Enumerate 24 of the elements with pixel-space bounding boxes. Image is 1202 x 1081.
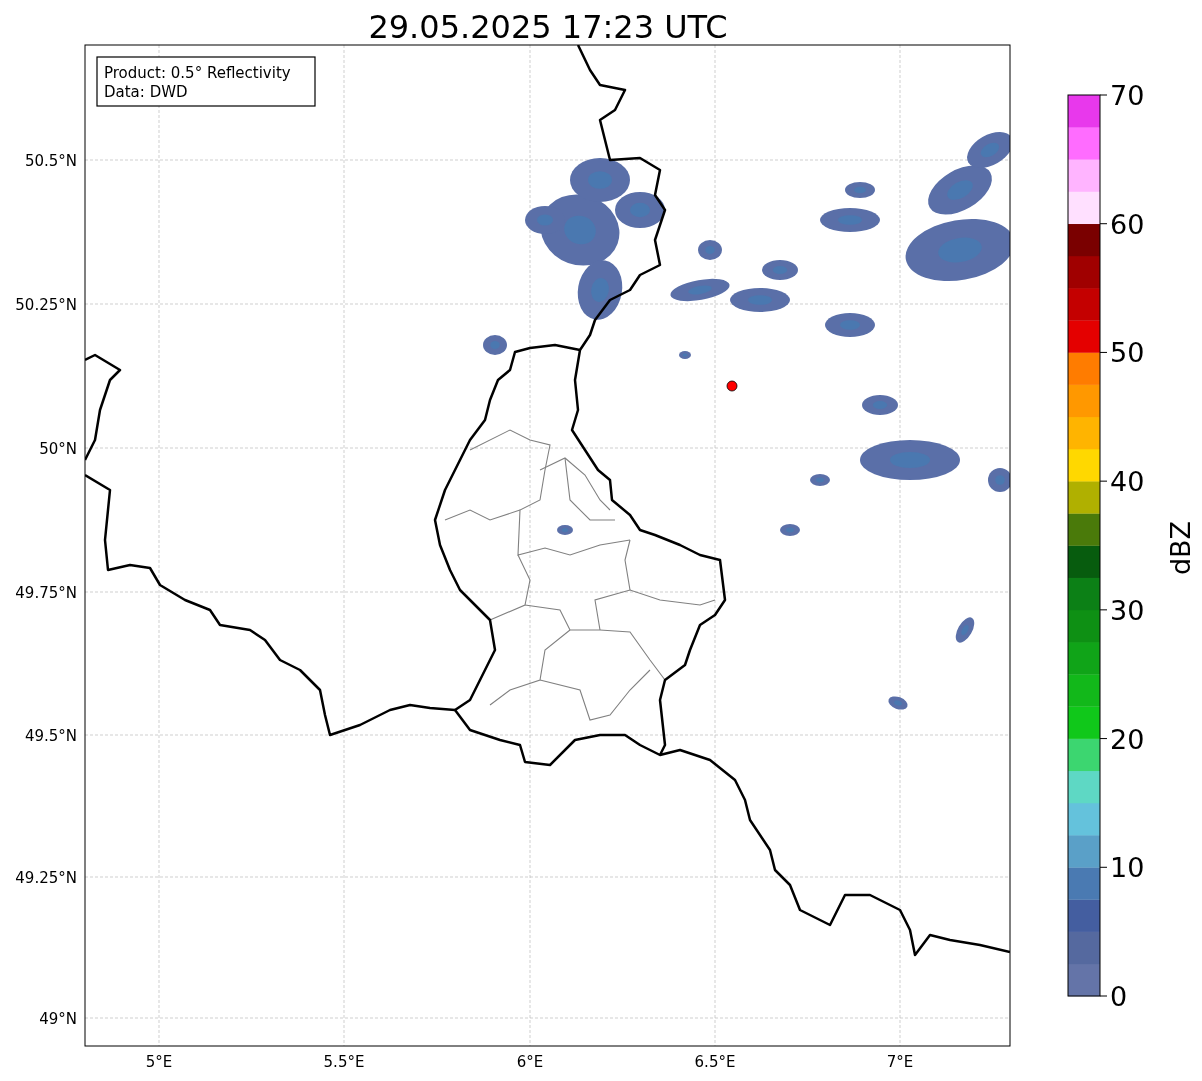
colorbar-tick-label: 40	[1110, 466, 1145, 498]
latitude-label: 50°N	[39, 440, 77, 458]
longitude-label: 6.5°E	[694, 1053, 736, 1071]
latitude-label: 50.25°N	[15, 296, 77, 314]
colorbar-tick-label: 20	[1110, 723, 1145, 755]
latitude-label: 49.75°N	[15, 584, 77, 602]
longitude-label: 5.5°E	[323, 1053, 365, 1071]
colorbar-tick-label: 50	[1110, 337, 1145, 369]
latitude-label: 49°N	[39, 1010, 77, 1028]
colorbar-tick-label: 70	[1110, 80, 1145, 111]
latitude-label: 49.5°N	[24, 727, 77, 745]
info-text: Data: DWD	[104, 83, 188, 101]
colorbar-tick-label: 60	[1110, 208, 1145, 240]
latitude-label: 50.5°N	[24, 152, 77, 170]
colorbar-tick-label: 10	[1110, 852, 1145, 884]
info-text: Product: 0.5° Reflectivity	[104, 64, 291, 82]
longitude-label: 5°E	[145, 1053, 173, 1071]
plot-title: 29.05.2025 17:23 UTC	[368, 8, 728, 46]
colorbar-label: dBZ	[1165, 520, 1196, 576]
colorbar-tick-label: 0	[1110, 981, 1128, 1012]
colorbar-tick-label: 30	[1110, 594, 1145, 626]
longitude-label: 7°E	[886, 1053, 914, 1071]
longitude-label: 6°E	[516, 1053, 544, 1071]
latitude-label: 49.25°N	[15, 869, 77, 887]
